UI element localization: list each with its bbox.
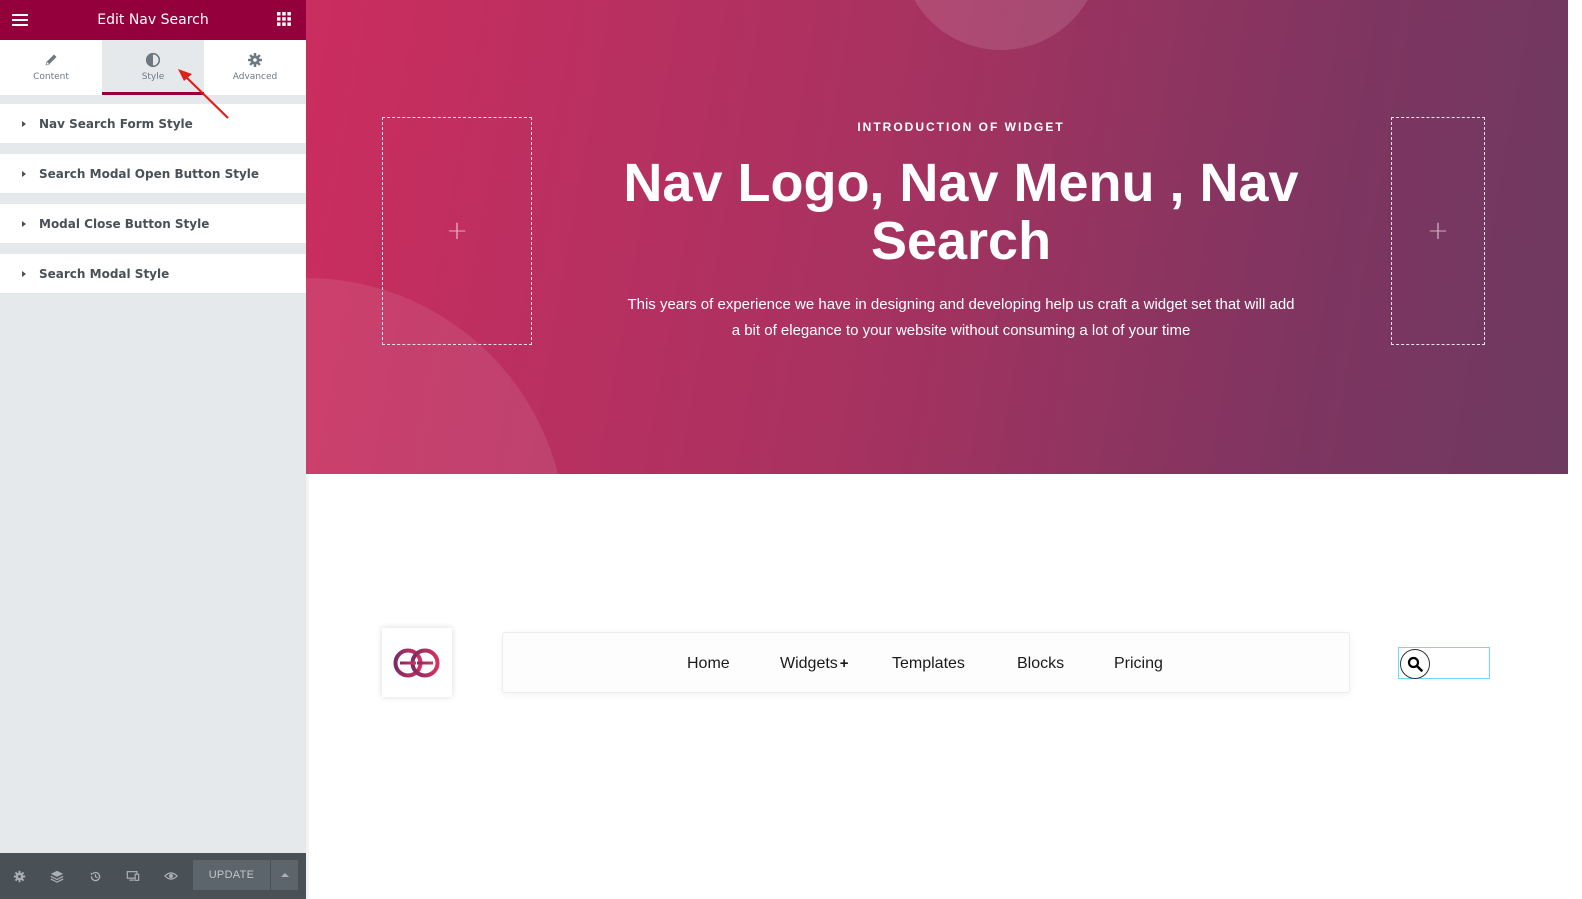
panel-tabs: Content Style Advanced	[0, 40, 306, 95]
add-element-icon: +	[1427, 216, 1449, 246]
caret-right-icon	[22, 220, 26, 227]
section-label: Search Modal Open Button Style	[39, 166, 260, 181]
section-label: Nav Search Form Style	[39, 116, 193, 131]
caret-right-icon	[22, 170, 26, 177]
submenu-plus-icon: +	[839, 655, 849, 672]
editor-panel: Edit Nav Search Content Style Advanced N…	[0, 0, 306, 899]
hamburger-menu-icon[interactable]	[11, 11, 29, 29]
panel-title: Edit Nav Search	[97, 12, 209, 28]
decorative-circle	[901, 0, 1101, 50]
section-label: Modal Close Button Style	[39, 216, 210, 231]
caret-right-icon	[22, 270, 26, 277]
hero-description: This years of experience we have in desi…	[627, 296, 1295, 339]
panel-divider	[306, 474, 309, 899]
tab-content[interactable]: Content	[0, 40, 102, 95]
nav-item-templates[interactable]: Templates	[892, 633, 965, 694]
section-modal-close-button-style[interactable]: Modal Close Button Style	[0, 204, 306, 243]
widgets-grid-icon[interactable]	[276, 11, 294, 29]
section-search-modal-style[interactable]: Search Modal Style	[0, 254, 306, 293]
section-label: Search Modal Style	[39, 266, 170, 281]
search-icon	[1407, 656, 1423, 672]
gear-icon	[247, 52, 263, 68]
panel-header: Edit Nav Search	[0, 0, 306, 40]
preview-eye-icon[interactable]	[152, 853, 190, 899]
tab-style[interactable]: Style	[102, 40, 204, 95]
nav-item-widgets[interactable]: Widgets +	[780, 633, 849, 694]
hero-content: INTRODUCTION OF WIDGET Nav Logo, Nav Men…	[608, 120, 1314, 344]
responsive-icon[interactable]	[114, 853, 152, 899]
tab-content-label: Content	[33, 72, 69, 82]
tab-style-label: Style	[141, 72, 165, 82]
hero-title: Nav Logo, Nav Menu , Nav Search	[623, 153, 1299, 271]
nav-item-label: Widgets	[780, 655, 838, 672]
section-search-modal-open-button-style[interactable]: Search Modal Open Button Style	[0, 154, 306, 193]
nav-menu-bar: Home Widgets + Templates Blocks Pricing	[502, 632, 1350, 693]
settings-icon[interactable]	[0, 853, 38, 899]
add-element-icon: +	[446, 216, 468, 246]
layers-icon[interactable]	[38, 853, 76, 899]
empty-column-dropzone[interactable]: +	[382, 117, 532, 345]
caret-right-icon	[22, 120, 26, 127]
chevron-up-icon[interactable]	[271, 860, 298, 890]
hero-section: + + INTRODUCTION OF WIDGET Nav Logo, Nav…	[306, 0, 1568, 474]
half-circle-icon	[145, 52, 161, 68]
style-sections: Nav Search Form Style Search Modal Open …	[0, 104, 306, 304]
empty-column-dropzone[interactable]: +	[1391, 117, 1485, 345]
update-button[interactable]: UPDATE	[193, 860, 270, 890]
pencil-icon	[43, 52, 59, 68]
tab-advanced[interactable]: Advanced	[204, 40, 306, 95]
tab-advanced-label: Advanced	[232, 72, 278, 82]
hero-eyebrow: INTRODUCTION OF WIDGET	[857, 120, 1065, 134]
nav-item-pricing[interactable]: Pricing	[1114, 633, 1163, 694]
nav-item-blocks[interactable]: Blocks	[1017, 633, 1064, 694]
brand-logo-icon	[393, 648, 440, 677]
nav-item-home[interactable]: Home	[687, 633, 730, 694]
search-button[interactable]	[1400, 649, 1430, 679]
section-nav-search-form-style[interactable]: Nav Search Form Style	[0, 104, 306, 143]
nav-logo[interactable]	[382, 628, 452, 697]
history-icon[interactable]	[76, 853, 114, 899]
panel-footer: UPDATE	[0, 853, 306, 899]
